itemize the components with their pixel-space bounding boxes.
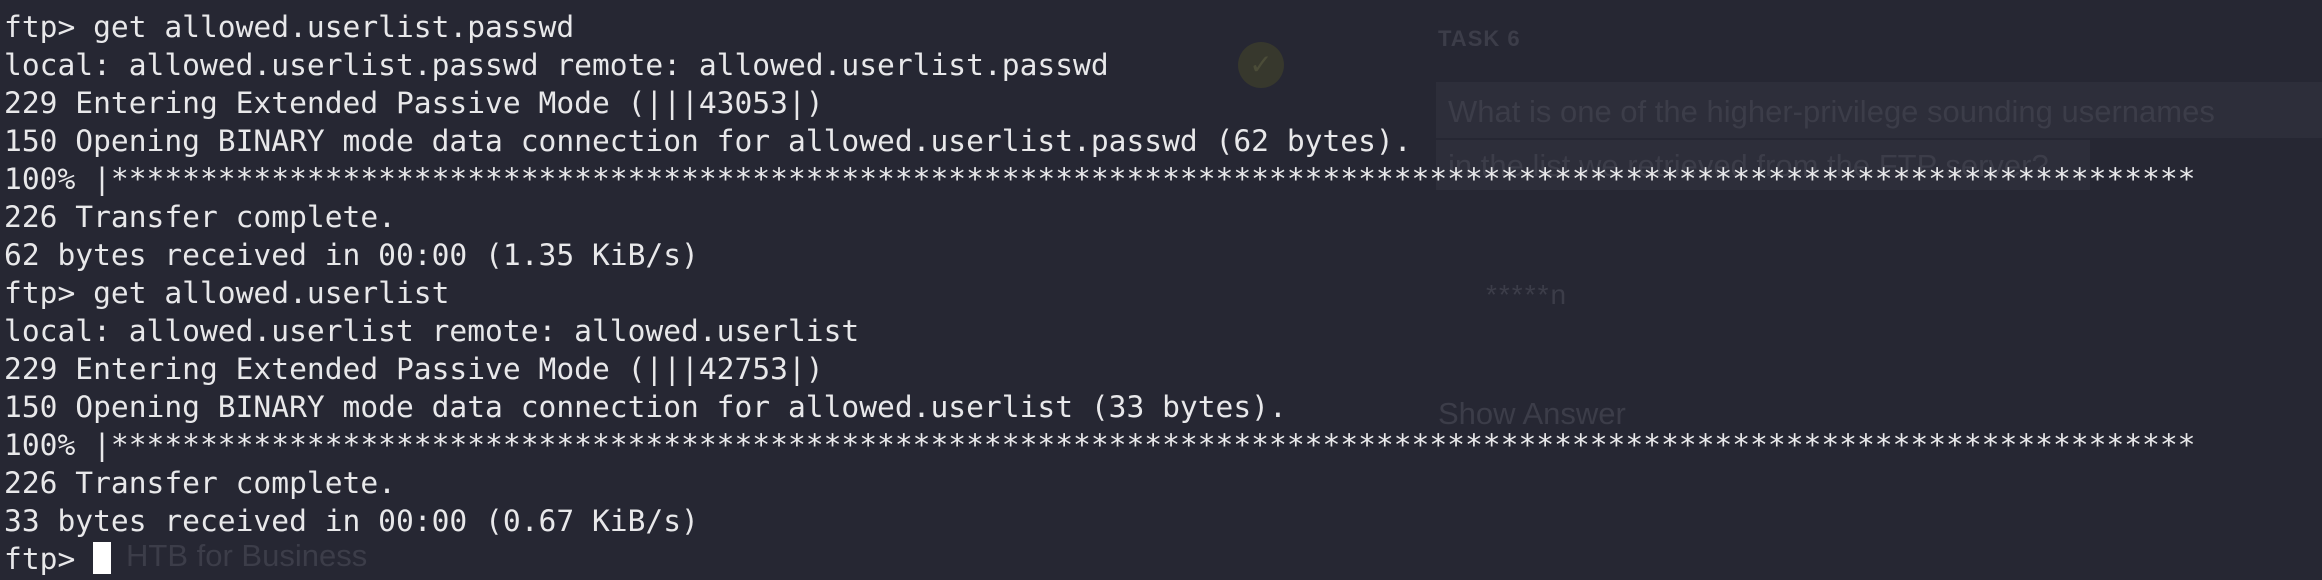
terminal-line: ftp> get allowed.userlist.passwd: [4, 10, 575, 44]
progress-bar-line: 100% |**********************************…: [4, 428, 2196, 462]
terminal-line: local: allowed.userlist remote: allowed.…: [4, 314, 860, 348]
screen: TASK 6 What is one of the higher-privile…: [0, 0, 2322, 580]
terminal-line: 226 Transfer complete.: [4, 200, 396, 234]
terminal-line: 150 Opening BINARY mode data connection …: [4, 390, 1287, 424]
terminal-line: ftp> get allowed.userlist: [4, 276, 450, 310]
terminal-line: 33 bytes received in 00:00 (0.67 KiB/s): [4, 504, 699, 538]
terminal-line: 229 Entering Extended Passive Mode (|||4…: [4, 86, 824, 120]
terminal-line: local: allowed.userlist.passwd remote: a…: [4, 48, 1109, 82]
terminal-line: 226 Transfer complete.: [4, 466, 396, 500]
terminal-line: 150 Opening BINARY mode data connection …: [4, 124, 1412, 158]
prompt-text: ftp>: [4, 542, 94, 576]
progress-bar-line: 100% |**********************************…: [4, 162, 2196, 196]
command-prompt[interactable]: ftp>: [4, 540, 112, 578]
terminal-output[interactable]: ftp> get allowed.userlist.passwd local: …: [0, 0, 2322, 580]
terminal-line: 62 bytes received in 00:00 (1.35 KiB/s): [4, 238, 699, 272]
terminal-line: 229 Entering Extended Passive Mode (|||4…: [4, 352, 824, 386]
text-cursor: [93, 542, 112, 574]
